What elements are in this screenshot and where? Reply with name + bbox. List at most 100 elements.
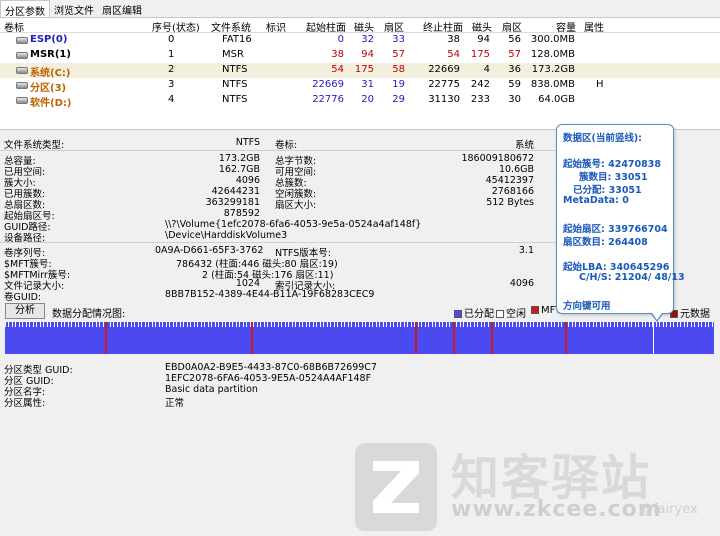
row-start-head: 20 xyxy=(361,94,374,105)
sectors-value: 363299181 xyxy=(205,197,260,208)
mft-mark xyxy=(565,322,567,354)
col-end-cyl[interactable]: 终止柱面 xyxy=(423,19,463,34)
row-start-head: 31 xyxy=(361,79,374,90)
col-start-sec[interactable]: 扇区 xyxy=(384,19,404,34)
tooltip-sector-count: 扇区数目: 264408 xyxy=(563,237,648,248)
col-start-cyl[interactable]: 起始柱面 xyxy=(306,19,346,34)
tooltip-start-lba: 起始LBA: 340645296 xyxy=(563,262,670,273)
cluster-value: 4096 xyxy=(235,175,260,186)
row-size: 838.0MB xyxy=(530,79,575,90)
tab-partition-params[interactable]: 分区参数 xyxy=(0,0,50,18)
row-fs: FAT16 xyxy=(222,34,252,45)
tooltip-chs: C/H/S: 21204/ 48/13 xyxy=(579,272,685,283)
data-region-tooltip: 数据区(当前竖线): 起始簇号: 42470838 簇数目: 33051 已分配… xyxy=(556,124,685,322)
watermark-handle: @fairyex xyxy=(640,502,698,517)
part-guid-value: 1EFC2078-6FA6-4053-9E5A-0524A4AF148F xyxy=(165,373,372,384)
irs-value: 4096 xyxy=(509,278,534,289)
col-end-sec[interactable]: 扇区 xyxy=(502,19,522,34)
part-attr-label: 分区属性: xyxy=(4,398,46,409)
row-name: 软件(D:) xyxy=(30,98,72,109)
vol-label-value: 系统 xyxy=(514,140,534,151)
tooltip-start-cluster: 起始簇号: 42470838 xyxy=(563,159,661,170)
part-attr-value: 正常 xyxy=(165,398,185,409)
col-fs[interactable]: 文件系统 xyxy=(211,19,251,34)
used-value: 162.7GB xyxy=(218,164,260,175)
row-end-cyl: 22775 xyxy=(428,79,460,90)
row-index: 4 xyxy=(168,94,175,105)
row-end-sec: 59 xyxy=(508,79,521,90)
ntfs-ver-value: 3.1 xyxy=(518,245,534,256)
tab-browse-files[interactable]: 浏览文件 xyxy=(50,0,98,17)
free-swatch-icon xyxy=(496,310,504,318)
col-flag[interactable]: 标识 xyxy=(266,19,286,34)
analyze-button[interactable]: 分析 xyxy=(5,303,45,319)
row-fs: MSR xyxy=(222,49,244,60)
row-index: 1 xyxy=(168,49,175,60)
row-start-sec: 29 xyxy=(392,94,405,105)
map-free-strip xyxy=(5,322,714,327)
row-size: 173.2GB xyxy=(531,64,575,75)
map-label: 数据分配情况图: xyxy=(52,309,126,320)
legend-free: 空闲 xyxy=(496,305,526,320)
table-row[interactable]: 软件(D:) 4 NTFS 22776 20 29 31130 233 30 6… xyxy=(0,93,720,109)
row-fs: NTFS xyxy=(222,94,248,105)
row-start-head: 32 xyxy=(361,34,374,45)
legend-allocated: 已分配 xyxy=(454,305,494,320)
tab-sector-edit[interactable]: 扇区编辑 xyxy=(98,0,146,17)
tooltip-title: 数据区(当前竖线): xyxy=(563,133,642,144)
col-volume[interactable]: 卷标 xyxy=(4,19,24,34)
mft-swatch-icon xyxy=(531,306,539,314)
row-start-cyl: 38 xyxy=(331,49,344,60)
type-guid-value: EBD0A0A2-B9E5-4433-87C0-68B6B72699C7 xyxy=(165,362,377,373)
watermark-logo-icon xyxy=(355,443,437,531)
row-start-sec: 33 xyxy=(392,34,405,45)
drive-icon xyxy=(16,82,28,89)
start-sector-value: 878592 xyxy=(223,208,260,219)
row-end-sec: 36 xyxy=(508,64,521,75)
row-attr: H xyxy=(596,79,604,90)
col-attr[interactable]: 属性 xyxy=(584,19,604,34)
table-row[interactable]: ESP(0) 0 FAT16 0 32 33 38 94 56 300.0MB xyxy=(0,33,720,48)
col-start-head[interactable]: 磁头 xyxy=(354,19,374,34)
serial-value: 0A9A-D661-65F3-3762 xyxy=(155,245,264,256)
row-name: MSR(1) xyxy=(30,49,71,60)
col-end-head[interactable]: 磁头 xyxy=(472,19,492,34)
row-index: 3 xyxy=(168,79,175,90)
mft-mark xyxy=(491,322,493,354)
current-line[interactable] xyxy=(653,322,654,354)
row-end-sec: 57 xyxy=(508,49,521,60)
col-size[interactable]: 容量 xyxy=(556,19,576,34)
mft-mark xyxy=(453,322,455,354)
row-end-cyl: 22669 xyxy=(428,64,460,75)
fs-type-label: 文件系统类型: xyxy=(4,140,65,151)
total-bytes-value: 186009180672 xyxy=(461,153,534,164)
vol-guid-label: 卷GUID: xyxy=(4,292,42,303)
guid-path-value: \\?\Volume{1efc2078-6fa6-4053-9e5a-0524a… xyxy=(165,219,422,230)
watermark-url: www.zkcee.com xyxy=(451,497,662,522)
drive-icon xyxy=(16,97,28,104)
allocation-map[interactable] xyxy=(5,322,714,354)
row-start-head: 94 xyxy=(361,49,374,60)
table-row-selected[interactable]: 系统(C:) 2 NTFS 54 175 58 22669 4 36 173.2… xyxy=(0,63,720,79)
table-header: 卷标 序号(状态) 文件系统 标识 起始柱面 磁头 扇区 终止柱面 磁头 扇区 … xyxy=(0,18,720,34)
row-start-cyl: 0 xyxy=(337,34,344,45)
row-index: 2 xyxy=(168,64,175,75)
frs-value: 1024 xyxy=(235,278,260,289)
row-start-head: 175 xyxy=(354,64,374,75)
row-start-sec: 19 xyxy=(392,79,405,90)
row-size: 300.0MB xyxy=(530,34,575,45)
row-fs: NTFS xyxy=(222,79,248,90)
row-end-cyl: 38 xyxy=(447,34,460,45)
table-row[interactable]: 分区(3) 3 NTFS 22669 31 19 22775 242 59 83… xyxy=(0,78,720,94)
table-row[interactable]: MSR(1) 1 MSR 38 94 57 54 175 57 128.0MB xyxy=(0,48,720,63)
row-start-sec: 58 xyxy=(392,64,405,75)
col-index[interactable]: 序号(状态) xyxy=(152,19,200,34)
part-name-value: Basic data partition xyxy=(165,384,258,395)
row-name: ESP(0) xyxy=(30,34,68,45)
drive-icon xyxy=(16,52,28,59)
row-end-sec: 30 xyxy=(508,94,521,105)
total-value: 173.2GB xyxy=(218,153,260,164)
row-fs: NTFS xyxy=(222,64,248,75)
mft-mark xyxy=(251,322,253,354)
mft-mark xyxy=(105,322,107,354)
